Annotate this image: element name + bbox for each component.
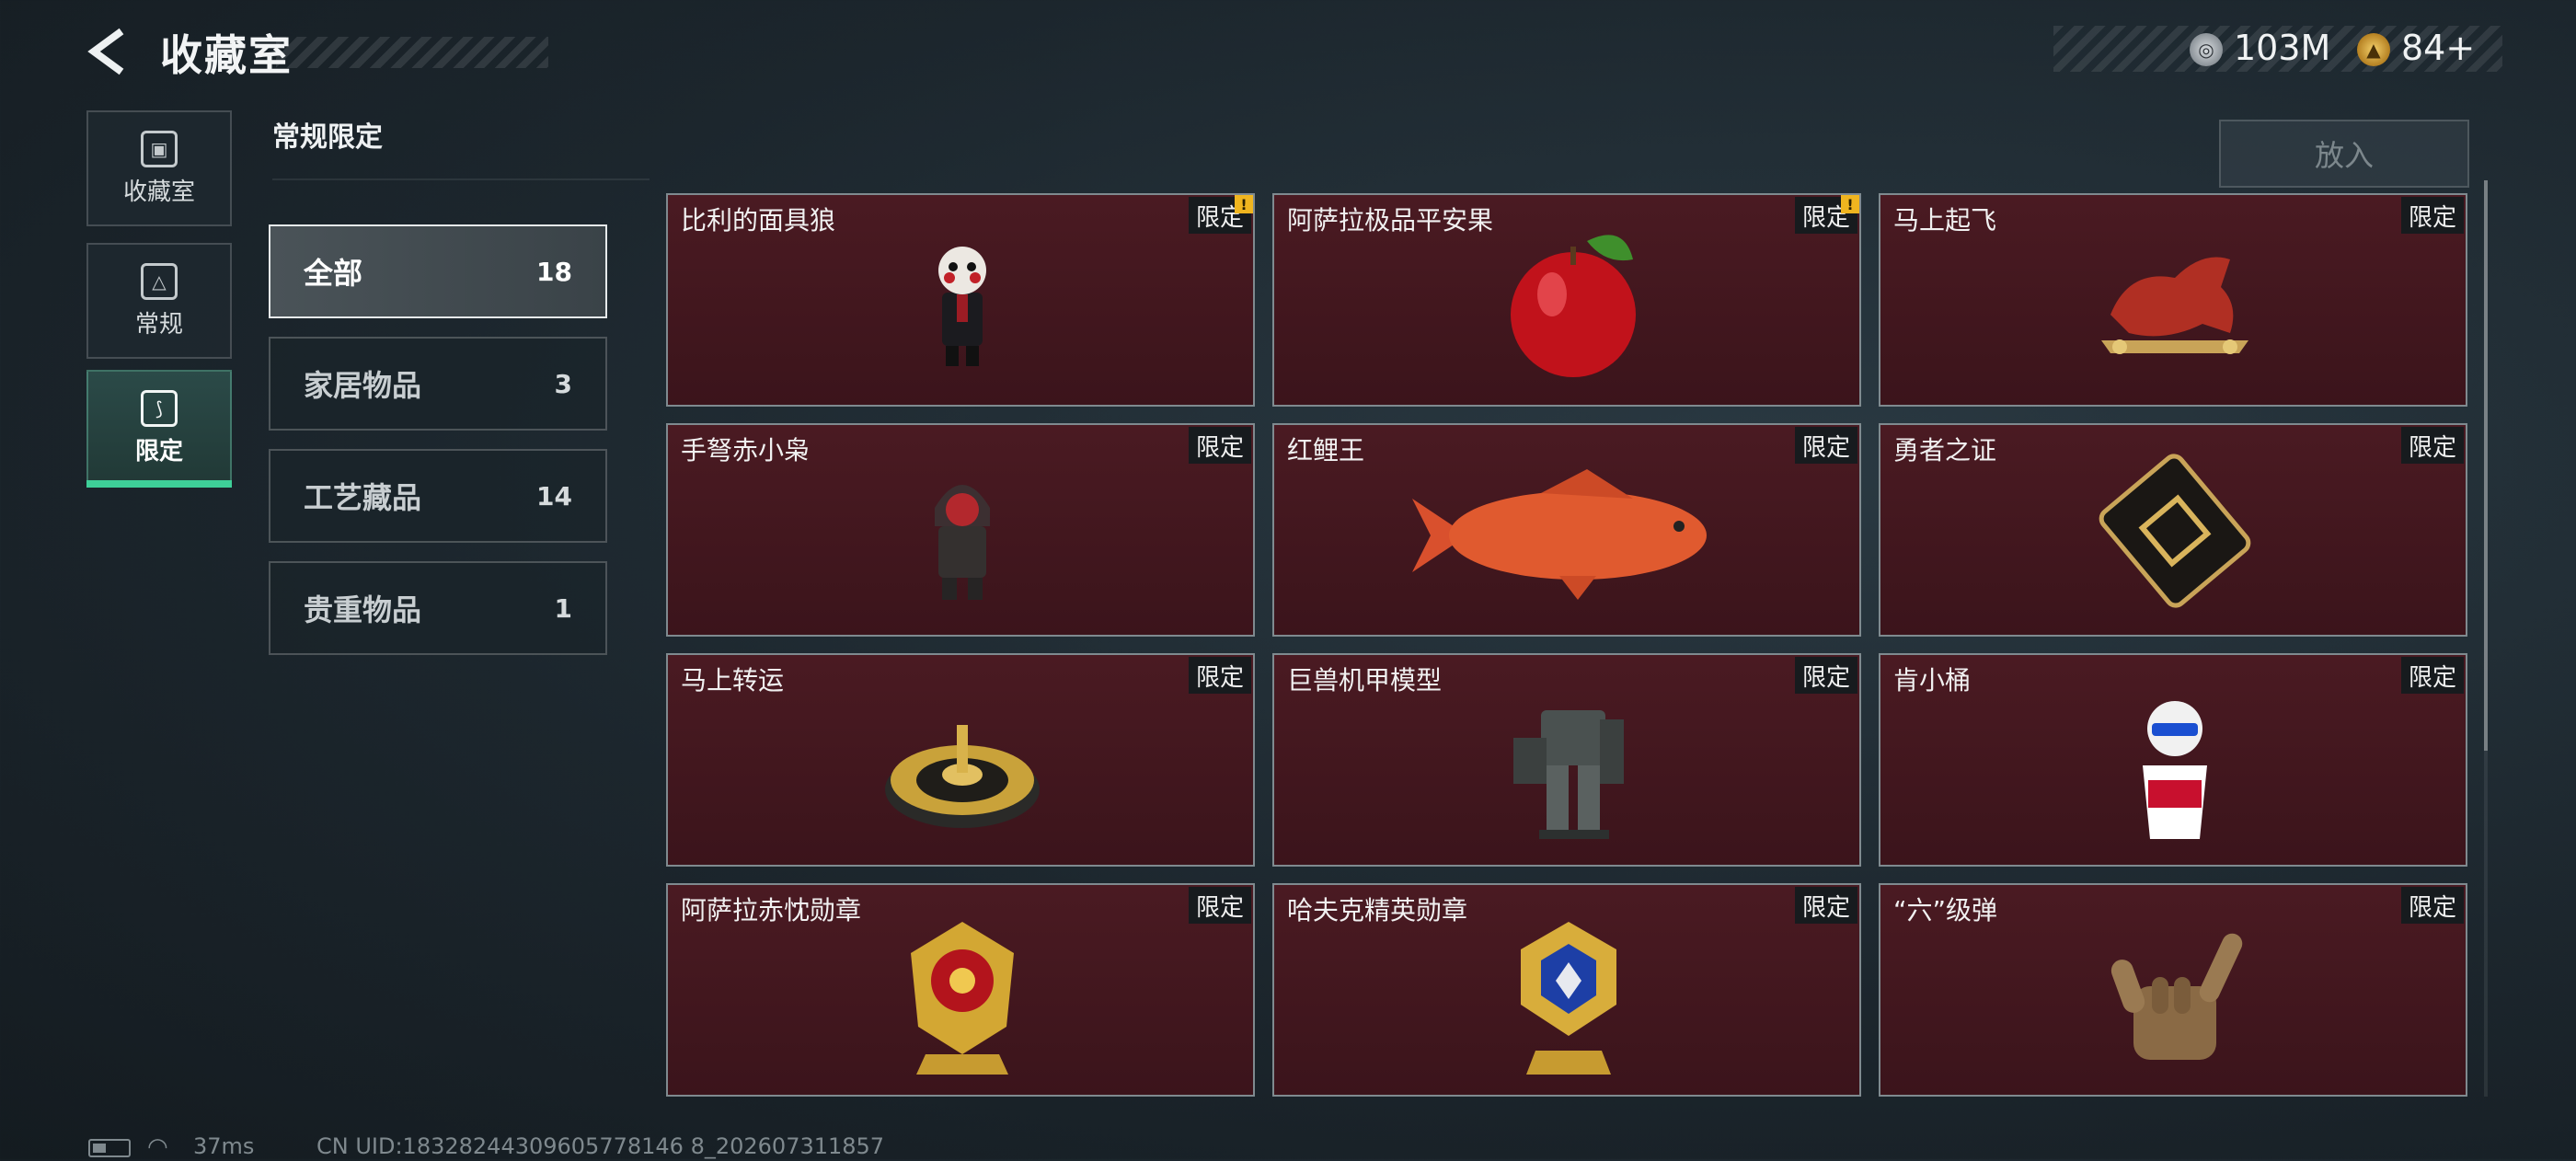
gold-coin-value[interactable]: 84+ [2401,28,2475,68]
limited-badge: 限定 [1189,887,1251,924]
divider [272,178,650,180]
wifi-icon: ◠ [147,1133,168,1161]
back-arrow-icon[interactable] [85,28,132,75]
blue-gold-medal-icon [1521,922,1616,1075]
item-card[interactable]: “六”级弹 限定 [1879,883,2467,1097]
category-label: 家居物品 [304,368,422,403]
hand-sign-icon [2110,933,2243,1060]
alert-icon: ! [1235,195,1253,213]
nav-regular[interactable]: △ 常规 [86,243,232,359]
category-count: 18 [536,256,572,287]
item-card[interactable]: 勇者之证 限定 [1879,423,2467,637]
item-card[interactable]: 马上转运 限定 [666,653,1255,867]
category-crafts[interactable]: 工艺藏品 14 [269,449,607,543]
gold-spinner-icon [885,725,1040,828]
category-label: 贵重物品 [304,592,422,627]
nav-label: 限定 [134,437,183,466]
put-in-button[interactable]: 放入 [2219,120,2469,188]
item-name: 比利的面具狼 [681,205,836,236]
silver-coin-icon: ◎ [2190,33,2223,66]
item-name: 哈夫克精英勋章 [1287,895,1468,925]
item-card[interactable]: 手弩赤小枭 限定 [666,423,1255,637]
category-label: 全部 [304,256,363,291]
regular-icon: △ [141,262,178,300]
red-carp-icon [1412,469,1707,600]
category-valuables[interactable]: 贵重物品 1 [269,561,607,655]
title-decoration [276,37,548,68]
item-name: 手弩赤小枭 [681,435,811,466]
category-count: 14 [536,480,572,512]
gold-coin-icon[interactable]: ▲ [2357,33,2390,66]
red-apple-icon [1511,235,1636,377]
silver-coin-value: 103M [2234,28,2331,68]
red-horse-icon [2101,257,2248,354]
collection-room-screen: { "header": { "title": "收藏室", "currency"… [0,0,2576,1161]
item-card[interactable]: 阿萨拉赤忱勋章 限定 [666,883,1255,1097]
scrollbar-thumb[interactable] [2484,180,2488,751]
item-name: 马上起飞 [1893,205,1997,236]
limited-badge: 限定 [1189,657,1251,694]
item-card[interactable]: 巨兽机甲模型 限定 [1272,653,1861,867]
item-card[interactable]: 肯小桶 限定 [1879,653,2467,867]
item-name: 勇者之证 [1893,435,1997,466]
limited-badge: 限定 [1189,427,1251,464]
limited-badge: 限定 [2401,197,2464,234]
limited-badge: 限定 [1795,657,1857,694]
category-label: 工艺藏品 [304,480,422,515]
item-name: 阿萨拉赤忱勋章 [681,895,862,925]
item-card[interactable]: 红鲤王 限定 [1272,423,1861,637]
category-count: 3 [554,368,572,399]
limited-badge: 限定 [1795,427,1857,464]
black-gold-card-icon [2099,454,2251,608]
item-card[interactable]: 马上起飞 限定 [1879,193,2467,407]
nav-collection-room[interactable]: ▣ 收藏室 [86,110,232,226]
item-card[interactable]: 哈夫克精英勋章 限定 [1272,883,1861,1097]
item-name: 巨兽机甲模型 [1287,665,1443,695]
limited-icon: ⟆ [141,389,178,427]
section-title: 常规限定 [272,121,383,154]
limited-badge: 限定 [2401,887,2464,924]
nav-label: 常规 [134,310,183,339]
nav-active-indicator [86,480,232,488]
battery-icon [88,1139,131,1157]
category-household[interactable]: 家居物品 3 [269,337,607,431]
item-name: 红鲤王 [1287,435,1365,466]
red-gold-medal-icon [911,922,1014,1075]
item-name: “六”级弹 [1893,895,1998,925]
nav-label: 收藏室 [122,178,195,206]
masked-doll-icon [938,247,986,366]
limited-badge: 限定 [1795,887,1857,924]
category-count: 1 [554,592,572,624]
item-name: 肯小桶 [1893,665,1972,695]
hooded-figure-icon [935,485,990,600]
item-name: 马上转运 [681,665,785,695]
category-all[interactable]: 全部 18 [269,224,607,318]
item-name: 阿萨拉极品平安果 [1287,205,1494,236]
mech-model-icon [1513,710,1624,839]
alert-icon: ! [1841,195,1859,213]
bucket-figure-icon [2143,701,2207,839]
limited-badge: 限定 [2401,427,2464,464]
nav-limited[interactable]: ⟆ 限定 [86,370,232,486]
ping-value: 37ms [193,1133,255,1159]
page-title: 收藏室 [160,30,293,80]
collection-icon: ▣ [141,130,178,167]
limited-badge: 限定 [2401,657,2464,694]
item-card[interactable]: 比利的面具狼 限定 ! [666,193,1255,407]
item-card[interactable]: 阿萨拉极品平安果 限定 ! [1272,193,1861,407]
user-uid: CN UID:18328244309605778146 8_2026073118… [316,1133,885,1159]
